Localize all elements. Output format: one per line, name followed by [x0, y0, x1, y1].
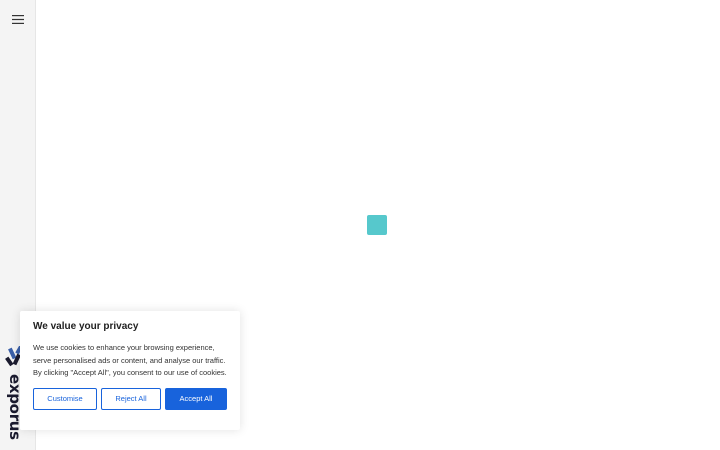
cookie-button-row: Customise Reject All Accept All — [33, 387, 227, 410]
cookie-consent-banner: We value your privacy We use cookies to … — [20, 311, 240, 430]
page: exporus We value your privacy We use coo… — [0, 0, 720, 450]
hamburger-menu-icon — [12, 14, 24, 24]
cookie-description: We use cookies to enhance your browsing … — [33, 343, 227, 378]
accept-all-button[interactable]: Accept All — [165, 387, 227, 410]
menu-button[interactable] — [9, 11, 27, 27]
cookie-title: We value your privacy — [33, 321, 139, 332]
customise-button[interactable]: Customise — [33, 387, 97, 410]
loading-spinner — [367, 215, 387, 235]
reject-all-button[interactable]: Reject All — [101, 387, 161, 410]
